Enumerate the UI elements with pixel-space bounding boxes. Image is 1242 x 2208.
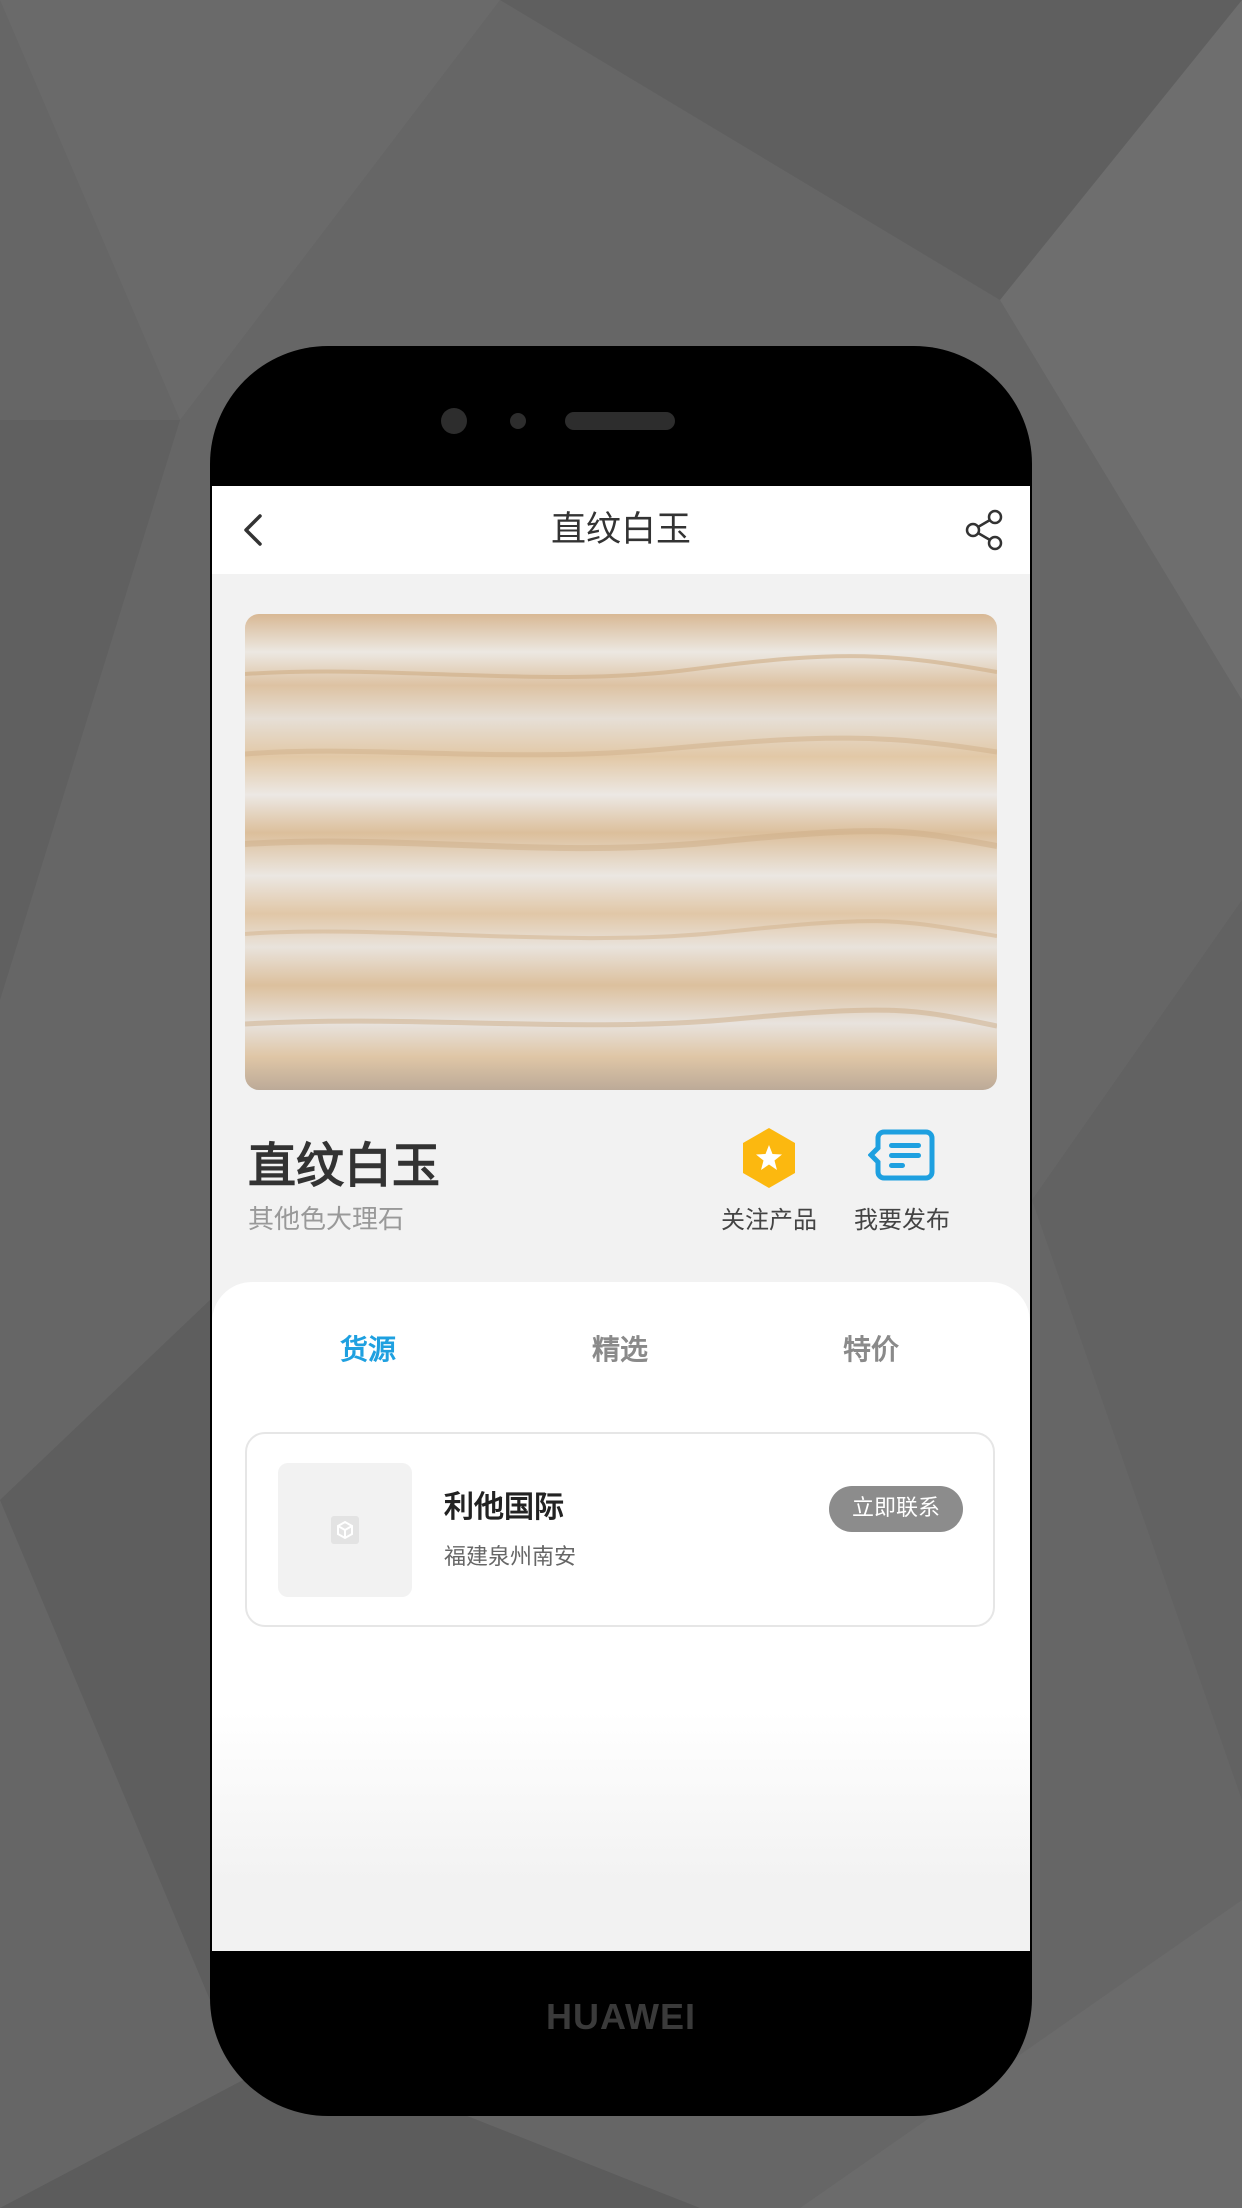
publish-button[interactable]: 我要发布 [842,1126,962,1235]
earpiece-speaker [565,412,675,430]
placeholder-box-icon [331,1516,359,1544]
page-title: 直纹白玉 [550,510,691,550]
share-button[interactable] [960,506,1008,554]
follow-product-button[interactable]: 关注产品 [709,1126,829,1235]
phone-frame: 直纹白玉 直纹白玉 其他色大理石 关注产品 我要发布 货源 精选 特价 利他国际… [210,346,1032,2116]
nav-bar: 直纹白玉 [212,486,1030,574]
supplier-card[interactable]: 利他国际 福建泉州南安 立即联系 [245,1432,995,1627]
app-screen: 直纹白玉 直纹白玉 其他色大理石 关注产品 我要发布 货源 精选 特价 利他国际… [212,486,1030,1951]
tab-featured[interactable]: 精选 [520,1328,720,1368]
marble-texture [245,614,997,1090]
follow-product-label: 关注产品 [721,1206,817,1234]
product-category: 其他色大理石 [248,1205,405,1235]
front-camera [441,408,467,434]
tab-special-price[interactable]: 特价 [771,1328,971,1368]
tab-supply[interactable]: 货源 [268,1328,468,1368]
supplier-sheet: 货源 精选 特价 利他国际 福建泉州南安 立即联系 [212,1282,1030,1951]
message-list-icon [868,1129,935,1181]
star-hexagon-icon [743,1128,795,1188]
product-image[interactable] [245,614,997,1090]
share-icon [965,509,1003,551]
supplier-logo [278,1463,412,1597]
sensor [510,413,526,429]
supplier-name: 利他国际 [444,1490,564,1525]
publish-label: 我要发布 [854,1206,950,1234]
contact-now-button[interactable]: 立即联系 [829,1486,963,1532]
device-brand-logo: HUAWEI [546,1996,696,2037]
supplier-location: 福建泉州南安 [444,1545,577,1570]
product-name: 直纹白玉 [248,1138,441,1194]
